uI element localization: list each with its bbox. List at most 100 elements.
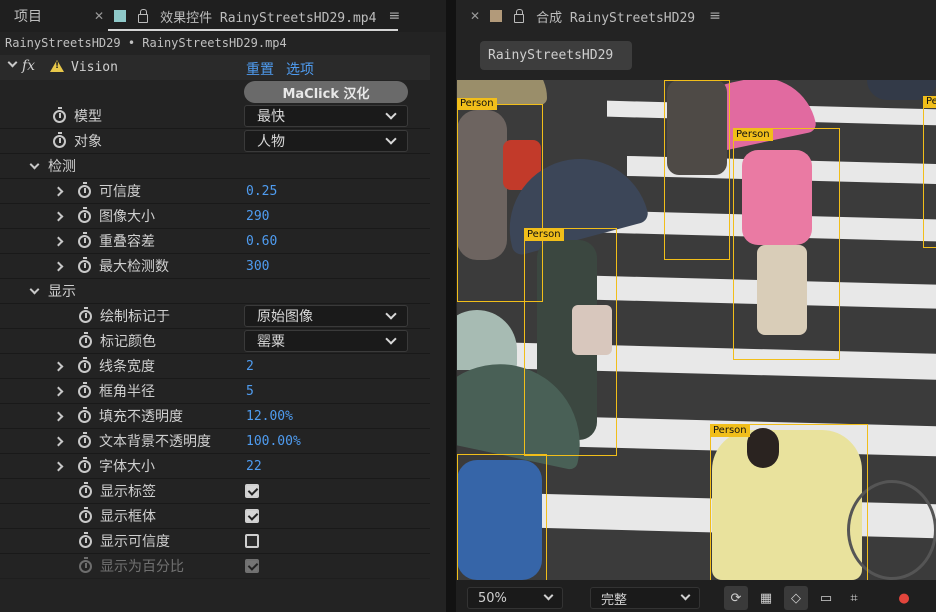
param-row-text-bg-opacity: 文本背景不透明度 100.00%	[0, 429, 430, 454]
group-row-display[interactable]: 显示	[0, 279, 430, 304]
dropdown-value: 罂粟	[257, 334, 285, 350]
show-confidence-checkbox[interactable]	[245, 534, 259, 548]
stopwatch-icon[interactable]	[78, 206, 91, 223]
expand-chevron-icon[interactable]	[53, 386, 64, 396]
maclick-button[interactable]: MaClick 汉化	[244, 81, 408, 103]
param-row-max-detect: 最大检测数 300	[0, 254, 430, 279]
stopwatch-icon[interactable]	[79, 506, 92, 523]
stopwatch-icon[interactable]	[79, 531, 92, 548]
confidence-value[interactable]: 0.25	[246, 184, 277, 199]
expand-chevron-icon[interactable]	[53, 411, 64, 421]
dropdown-value: 人物	[257, 134, 285, 150]
param-row-show-percent: 显示为百分比	[0, 554, 430, 579]
effect-header-row[interactable]: fx Vision 重置 选项	[0, 55, 430, 80]
panel-divider[interactable]	[446, 0, 456, 612]
composition-viewer[interactable]: Person Person Person Person Person	[457, 80, 936, 580]
chevron-down-icon	[680, 590, 691, 601]
chevron-down-icon	[543, 590, 554, 601]
tab-composition-label: 合成 RainyStreetsHD29	[536, 10, 696, 26]
mark-color-dropdown[interactable]: 罂粟	[244, 330, 408, 352]
stopwatch-icon[interactable]	[78, 431, 91, 448]
collapse-chevron-icon[interactable]	[7, 57, 18, 68]
tab-composition[interactable]: ✕ 合成 RainyStreetsHD29 ≡	[470, 0, 721, 32]
guides-icon[interactable]: ⌗	[842, 586, 866, 610]
param-row-show-box: 显示框体	[0, 504, 430, 529]
expand-chevron-icon[interactable]	[53, 186, 64, 196]
expand-chevron-icon[interactable]	[53, 236, 64, 246]
close-icon[interactable]: ✕	[470, 9, 480, 23]
tab-effect-controls[interactable]: ✕ 效果控件 RainyStreetsHD29.mp4 ≡	[94, 0, 400, 32]
param-row-confidence: 可信度 0.25	[0, 179, 430, 204]
detection-label: Person	[710, 425, 750, 437]
text-bg-opacity-value[interactable]: 100.00%	[246, 434, 301, 449]
stopwatch-icon[interactable]	[79, 481, 92, 498]
tab-project[interactable]: 项目	[14, 0, 42, 32]
close-icon[interactable]: ✕	[94, 9, 104, 23]
line-width-value[interactable]: 2	[246, 359, 254, 374]
stopwatch-icon[interactable]	[78, 456, 91, 473]
param-label: 文本背景不透明度	[99, 434, 211, 450]
param-label: 重叠容差	[99, 234, 155, 250]
show-percent-checkbox	[245, 559, 259, 573]
font-size-value[interactable]: 22	[246, 459, 262, 474]
region-of-interest-icon[interactable]: ▭	[814, 586, 838, 610]
detection-box	[710, 424, 868, 580]
color-channels-icon[interactable]: ●	[892, 586, 916, 610]
stopwatch-icon[interactable]	[79, 331, 92, 348]
lock-icon[interactable]	[138, 8, 149, 23]
warning-icon	[50, 60, 64, 72]
param-row-target: 对象 人物	[0, 129, 430, 154]
transparency-grid-icon[interactable]: ▦	[754, 586, 778, 610]
fast-preview-icon[interactable]: ⟳	[724, 586, 748, 610]
stopwatch-icon[interactable]	[78, 356, 91, 373]
param-label: 模型	[74, 109, 102, 125]
draw-on-dropdown[interactable]: 原始图像	[244, 305, 408, 327]
max-detect-value[interactable]: 300	[246, 259, 269, 274]
expand-chevron-icon[interactable]	[53, 361, 64, 371]
lock-icon[interactable]	[514, 8, 525, 23]
expand-chevron-icon[interactable]	[53, 461, 64, 471]
model-dropdown[interactable]: 最快	[244, 105, 408, 127]
left-tab-bar: 项目 ✕ 效果控件 RainyStreetsHD29.mp4 ≡	[0, 0, 446, 32]
expand-chevron-icon[interactable]	[53, 211, 64, 221]
panel-menu-icon[interactable]: ≡	[388, 8, 400, 24]
expand-chevron-icon[interactable]	[53, 436, 64, 446]
group-row-detect[interactable]: 检测	[0, 154, 430, 179]
reset-link[interactable]: 重置	[246, 59, 274, 79]
param-label: 可信度	[99, 184, 141, 200]
composition-panel: ✕ 合成 RainyStreetsHD29 ≡ RainyStreetsHD29	[456, 0, 936, 612]
dropdown-value: 原始图像	[257, 309, 313, 325]
stopwatch-icon[interactable]	[53, 131, 66, 148]
collapse-chevron-icon[interactable]	[29, 159, 40, 169]
comp-name-chip[interactable]: RainyStreetsHD29	[480, 41, 632, 70]
mask-path-icon[interactable]: ◇	[784, 586, 808, 610]
show-box-checkbox[interactable]	[245, 509, 259, 523]
fx-toggle-icon[interactable]: fx	[22, 58, 35, 74]
target-dropdown[interactable]: 人物	[244, 130, 408, 152]
stopwatch-icon[interactable]	[78, 231, 91, 248]
options-link[interactable]: 选项	[286, 59, 314, 79]
resolution-dropdown[interactable]: 完整	[590, 587, 700, 609]
corner-radius-value[interactable]: 5	[246, 384, 254, 399]
stopwatch-icon[interactable]	[78, 406, 91, 423]
stopwatch-icon[interactable]	[78, 381, 91, 398]
expand-chevron-icon[interactable]	[53, 261, 64, 271]
chevron-down-icon	[385, 308, 397, 320]
panel-menu-icon[interactable]: ≡	[709, 8, 721, 24]
stopwatch-icon[interactable]	[78, 181, 91, 198]
stopwatch-icon[interactable]	[78, 256, 91, 273]
param-row-font-size: 字体大小 22	[0, 454, 430, 479]
image-size-value[interactable]: 290	[246, 209, 269, 224]
fill-opacity-value[interactable]: 12.00%	[246, 409, 293, 424]
stopwatch-icon[interactable]	[79, 306, 92, 323]
chevron-down-icon	[385, 133, 397, 145]
label-color-swatch	[490, 10, 503, 22]
collapse-chevron-icon[interactable]	[29, 284, 40, 294]
zoom-dropdown[interactable]: 50%	[467, 587, 563, 609]
overlap-value[interactable]: 0.60	[246, 234, 277, 249]
stopwatch-icon[interactable]	[53, 106, 66, 123]
param-row-fill-opacity: 填充不透明度 12.00%	[0, 404, 430, 429]
detection-box	[524, 228, 617, 456]
show-label-checkbox[interactable]	[245, 484, 259, 498]
detection-label: Person	[733, 129, 773, 141]
